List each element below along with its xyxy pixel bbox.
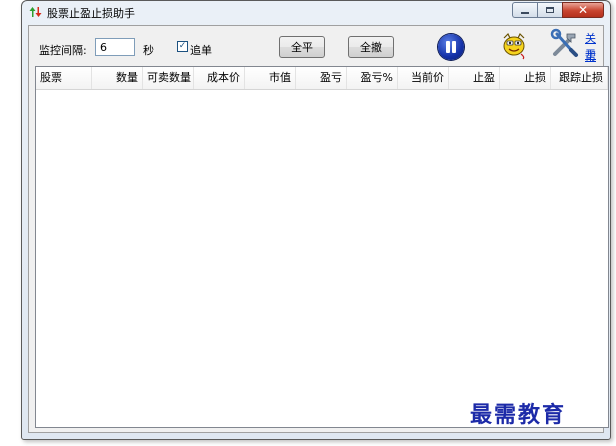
- maximize-button[interactable]: [537, 2, 562, 18]
- close-button[interactable]: ✕: [562, 2, 604, 18]
- interval-label: 监控间隔:: [39, 44, 87, 57]
- column-header-take-profit[interactable]: 止盈: [449, 67, 500, 89]
- interval-unit-label: 秒: [143, 44, 154, 57]
- close-all-button[interactable]: 全平: [279, 36, 325, 58]
- watermark-text: 最需教育: [470, 402, 567, 428]
- pause-icon-bar: [452, 41, 456, 53]
- table-header: 股票 数量 可卖数量 成本价 市值 盈亏 盈亏% 当前价 止盈 止损 跟踪止损: [36, 67, 608, 90]
- cancel-all-button[interactable]: 全撤: [348, 36, 394, 58]
- interval-input[interactable]: [95, 38, 135, 56]
- pause-button[interactable]: [438, 34, 464, 60]
- chase-checkbox[interactable]: ✓: [177, 41, 188, 52]
- column-header-pnl-percent[interactable]: 盈亏%: [347, 67, 398, 89]
- column-header-stop-loss[interactable]: 止损: [500, 67, 551, 89]
- window-title: 股票止盈止损助手: [47, 7, 135, 20]
- column-header-pnl[interactable]: 盈亏: [296, 67, 347, 89]
- positions-table[interactable]: 股票 数量 可卖数量 成本价 市值 盈亏 盈亏% 当前价 止盈 止损 跟踪止损: [35, 66, 609, 428]
- column-header-cost[interactable]: 成本价: [194, 67, 245, 89]
- column-header-sellable[interactable]: 可卖数量: [143, 67, 194, 89]
- minimize-button[interactable]: [512, 2, 537, 18]
- client-area: 监控间隔: 秒 ✓ 追单 全平 全撤 关于 帮助: [28, 25, 609, 433]
- chase-label[interactable]: 追单: [190, 42, 212, 58]
- up-down-arrows-icon: [29, 7, 42, 17]
- minimize-icon: [521, 12, 529, 14]
- column-header-trailing-stop[interactable]: 跟踪止损: [551, 67, 608, 89]
- smiley-icon[interactable]: [499, 30, 529, 60]
- close-icon: ✕: [577, 3, 589, 17]
- app-window: 股票止盈止损助手 ✕ 监控间隔: 秒 ✓ 追单 全平 全撤: [21, 0, 611, 440]
- column-header-stock[interactable]: 股票: [36, 67, 92, 89]
- column-header-quantity[interactable]: 数量: [92, 67, 143, 89]
- maximize-icon: [546, 7, 554, 13]
- pause-icon: [446, 41, 450, 53]
- column-header-market-value[interactable]: 市值: [245, 67, 296, 89]
- caption-buttons: ✕: [512, 2, 604, 18]
- tools-icon[interactable]: [549, 28, 581, 60]
- column-header-current-price[interactable]: 当前价: [398, 67, 449, 89]
- title-bar[interactable]: 股票止盈止损助手 ✕: [22, 1, 610, 25]
